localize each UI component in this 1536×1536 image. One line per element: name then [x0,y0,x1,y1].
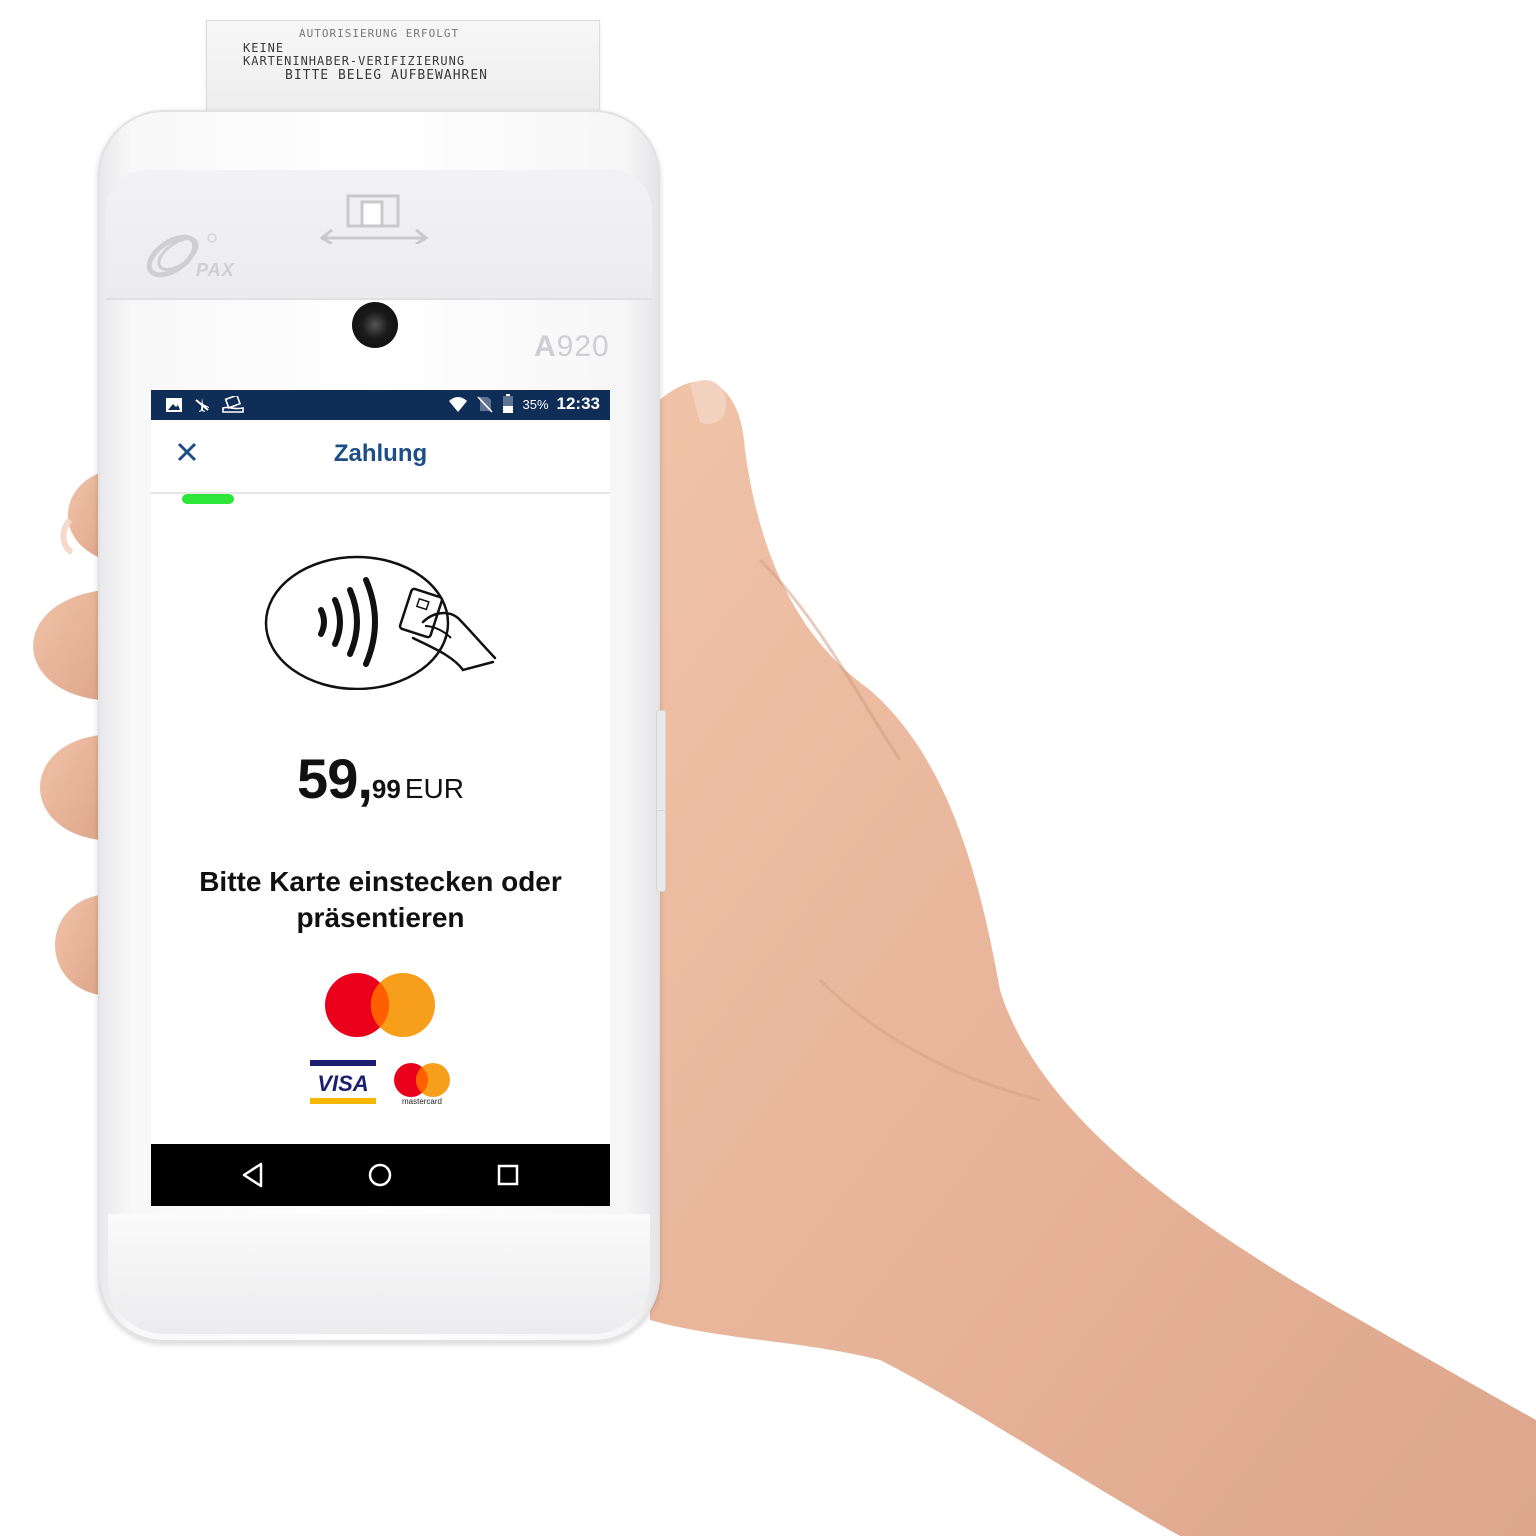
side-button[interactable] [656,810,666,892]
android-nav-bar [151,1144,610,1206]
back-icon[interactable] [239,1160,269,1190]
amount-main: 59, [297,747,373,810]
receipt-line: KEINE [243,41,285,55]
device-bottom-band [108,1214,650,1334]
hand-card-icon [222,396,244,413]
model-label: A920 [534,330,610,364]
airplane-off-icon [195,398,209,412]
battery-icon [503,394,514,413]
wifi-icon [449,397,468,412]
card-prompt: Bitte Karte einstecken oder präsentieren [199,866,562,933]
page-title: Zahlung [333,440,428,467]
model-prefix: A [534,330,557,363]
home-icon[interactable] [365,1160,395,1190]
status-bar: 35% 12:33 [151,390,610,420]
currency: EUR [404,773,464,804]
receipt-line: BITTE BELEG AUFBEWAHREN [285,68,489,83]
battery-percent: 35% [522,396,549,412]
no-sim-icon [477,396,494,413]
amount-cents: 99 [371,774,401,804]
payment-amount: 59,99 EUR [151,746,610,811]
clock: 12:33 [556,394,600,413]
recents-icon[interactable] [493,1160,523,1190]
image-icon [166,398,182,412]
brand-label: PAX [196,260,235,280]
mastercard-small-logo-icon: mastercard [394,1063,450,1106]
mastercard-logo-icon [325,973,435,1037]
receipt-line: AUTORISIERUNG ERFOLGT [299,27,460,40]
progress-indicator [182,494,234,504]
card-reader-icon [319,194,429,244]
visa-logo-icon: VISA [310,1060,376,1104]
visa-text: VISA [317,1071,368,1096]
mastercard-text: mastercard [402,1097,442,1106]
app-bar: Zahlung [151,420,610,494]
printed-receipt: AUTORISIERUNG ERFOLGT KEINE KARTENINHABE… [206,20,600,124]
terminal-screen: 35% 12:33 Zahlung 59,99 EUR Bitte Karte e… [151,390,610,1206]
receipt-line: KARTENINHABER-VERIFIZIERUNG [243,54,466,68]
model-number: 920 [556,330,610,363]
camera-lens [352,302,398,348]
contactless-payment-icon [264,555,497,690]
